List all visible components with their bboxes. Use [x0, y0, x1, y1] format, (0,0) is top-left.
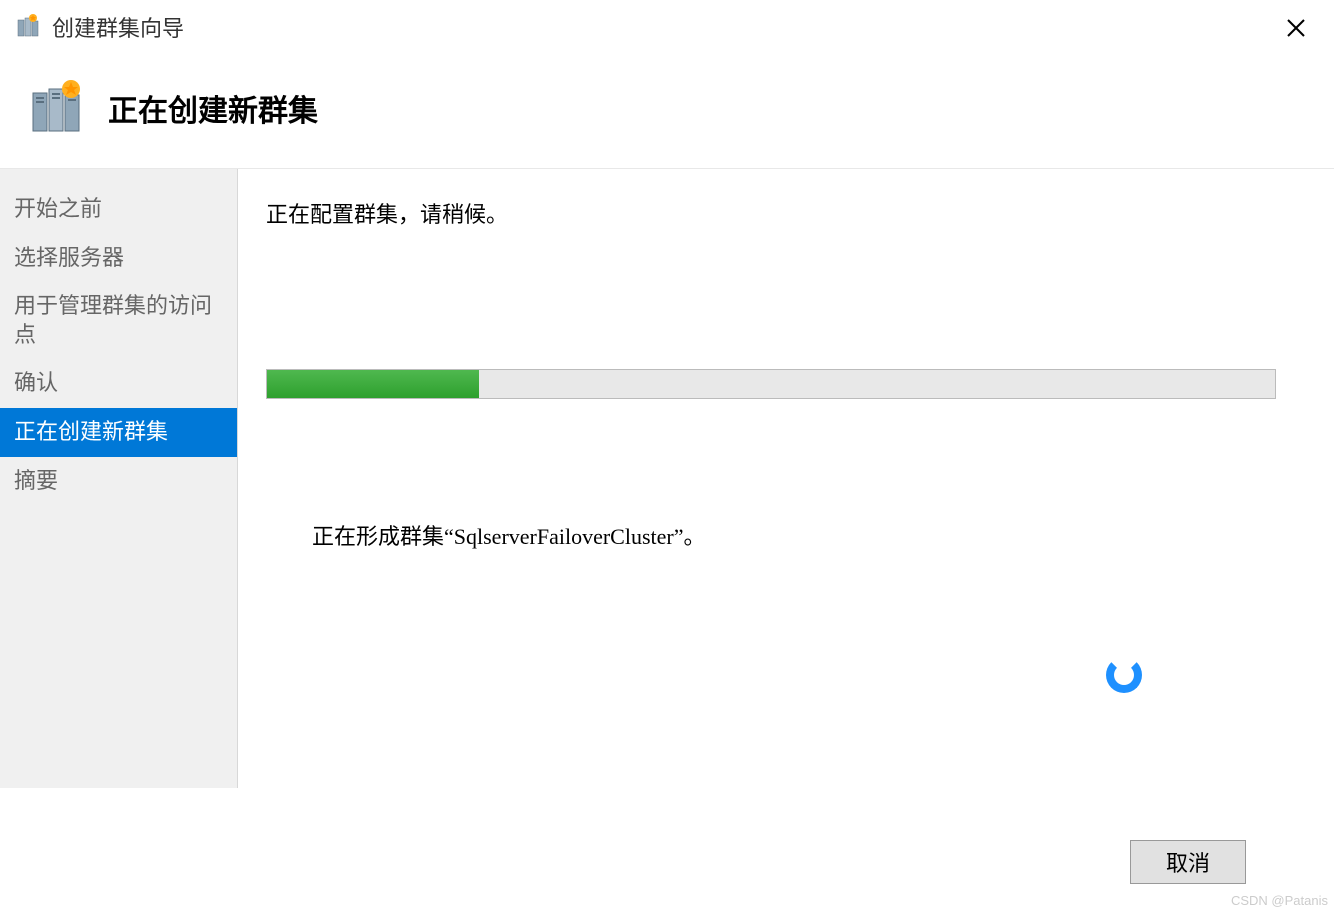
sidebar-step-creating: 正在创建新群集 [0, 408, 237, 457]
status-message: 正在配置群集，请稍候。 [266, 197, 1294, 229]
sidebar-step-before-begin: 开始之前 [0, 185, 237, 234]
window-title: 创建群集向导 [52, 11, 184, 43]
cluster-wizard-icon [28, 78, 88, 138]
wizard-main-content: 正在配置群集，请稍候。 正在形成群集“SqlserverFailoverClus… [238, 169, 1334, 788]
sidebar-step-select-servers: 选择服务器 [0, 234, 237, 283]
title-bar: 创建群集向导 [0, 0, 1334, 54]
app-icon [14, 13, 42, 41]
progress-detail-text: 正在形成群集“SqlserverFailoverCluster”。 [312, 519, 1294, 551]
watermark: CSDN @Patanis [1231, 893, 1328, 908]
sidebar-step-access-point: 用于管理群集的访问点 [0, 282, 237, 359]
close-button[interactable] [1284, 16, 1308, 40]
sidebar-step-confirm: 确认 [0, 359, 237, 408]
cancel-button[interactable]: 取消 [1130, 840, 1246, 884]
progress-bar [266, 369, 1276, 399]
loading-spinner-icon [1106, 657, 1142, 693]
page-header: 正在创建新群集 [0, 54, 1334, 168]
sidebar-step-summary: 摘要 [0, 457, 237, 506]
wizard-footer: 取消 [1130, 840, 1246, 884]
page-title: 正在创建新群集 [108, 86, 318, 130]
wizard-steps-sidebar: 开始之前 选择服务器 用于管理群集的访问点 确认 正在创建新群集 摘要 [0, 169, 238, 788]
wizard-body: 开始之前 选择服务器 用于管理群集的访问点 确认 正在创建新群集 摘要 正在配置… [0, 168, 1334, 788]
progress-bar-fill [267, 370, 479, 398]
